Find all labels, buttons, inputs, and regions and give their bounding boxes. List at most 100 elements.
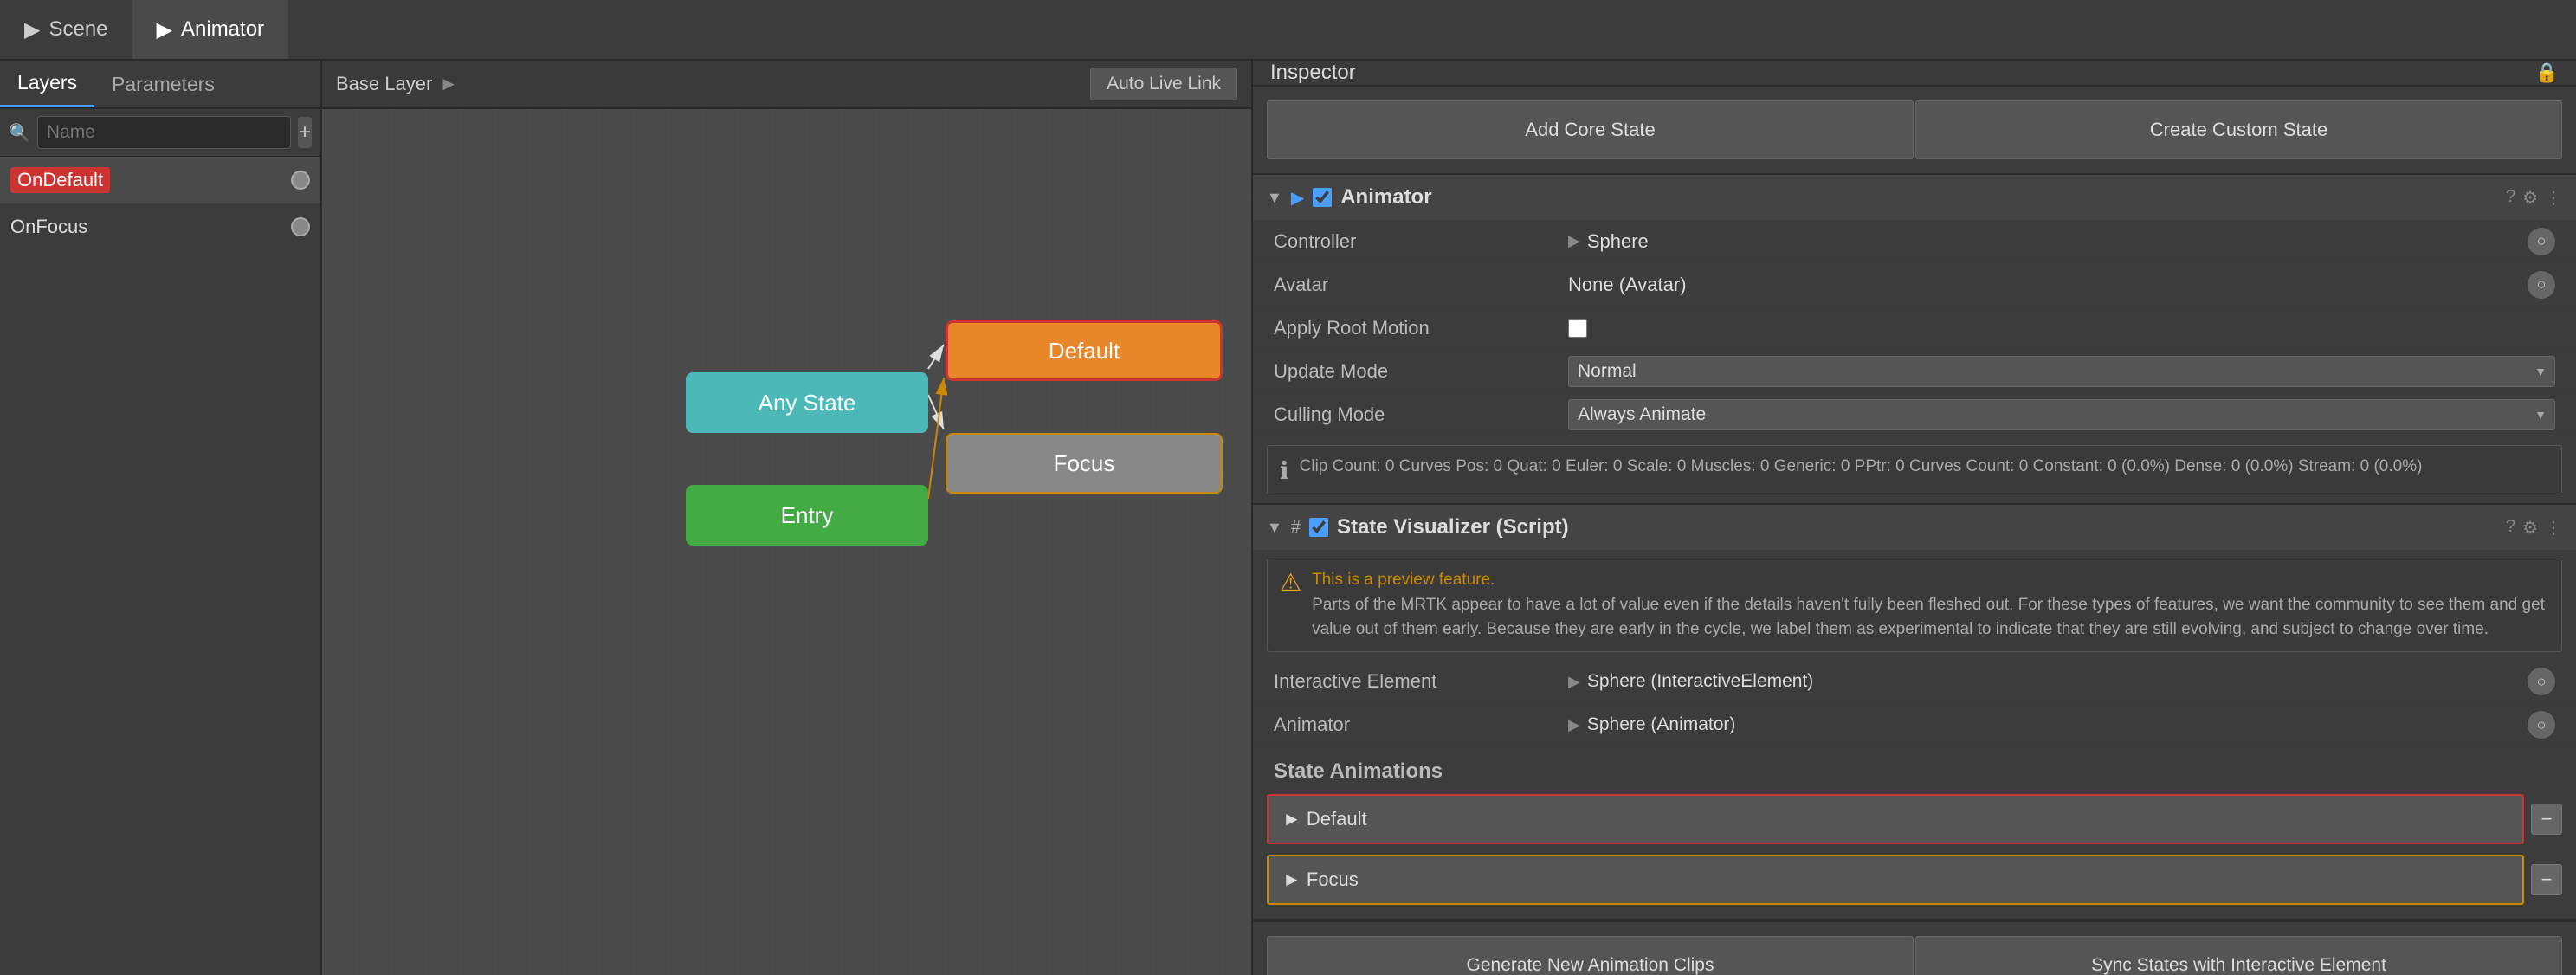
controller-field: Sphere: [1587, 230, 2521, 253]
warning-content: This is a preview feature. Parts of the …: [1312, 568, 2549, 642]
canvas-area[interactable]: Base Layer ► Auto Live Link: [322, 61, 1251, 975]
add-core-state-button[interactable]: Add Core State: [1267, 100, 1914, 159]
animator-section: ▼ ▶ Animator ? ⚙ ⋮ Controller ▶ Sphere ○: [1253, 175, 2576, 505]
title-bar: ▶ Scene ▶ Animator: [0, 0, 2576, 61]
layers-tab[interactable]: Layers: [0, 61, 94, 107]
controller-value: ▶ Sphere ○: [1568, 228, 2555, 255]
culling-mode-select[interactable]: Always Animate: [1568, 399, 2555, 430]
search-row: 🔍 +: [0, 109, 320, 157]
animator-section-actions: ? ⚙ ⋮: [2506, 187, 2562, 209]
inspector-title: Inspector: [1270, 61, 1356, 85]
sv-animator-picker-button[interactable]: ○: [2528, 711, 2555, 739]
animator-overflow-icon[interactable]: ⋮: [2545, 187, 2562, 209]
avatar-label: Avatar: [1274, 274, 1568, 296]
scene-icon: ▶: [24, 17, 40, 42]
culling-mode-label: Culling Mode: [1274, 404, 1568, 426]
update-mode-select[interactable]: Normal: [1568, 356, 2555, 387]
avatar-field: None (Avatar): [1568, 274, 2521, 296]
controller-row: Controller ▶ Sphere ○: [1253, 220, 2576, 263]
interactive-element-field: Sphere (InteractiveElement): [1587, 671, 2521, 692]
auto-live-link-button[interactable]: Auto Live Link: [1090, 68, 1237, 100]
search-input[interactable]: [37, 116, 291, 149]
animator-play-icon: ▶: [1291, 187, 1304, 209]
left-panel-tabs: Layers Parameters: [0, 61, 320, 109]
update-mode-select-wrapper: Normal: [1568, 356, 2555, 387]
interactive-element-picker-button[interactable]: ○: [2528, 668, 2555, 695]
default-node[interactable]: Default: [946, 320, 1223, 381]
sv-animator-value: ▶ Sphere (Animator) ○: [1568, 711, 2555, 739]
state-animations-header: State Animations: [1253, 747, 2576, 789]
controller-icon: ▶: [1568, 232, 1580, 250]
sync-states-button[interactable]: Sync States with Interactive Element: [1915, 936, 2562, 975]
apply-root-motion-label: Apply Root Motion: [1274, 317, 1568, 339]
state-visualizer-section-title: State Visualizer (Script): [1337, 515, 1569, 539]
apply-root-motion-checkbox[interactable]: [1568, 319, 1587, 338]
layer-item-ondefault[interactable]: OnDefault: [0, 157, 320, 203]
culling-mode-select-wrapper: Always Animate: [1568, 399, 2555, 430]
breadcrumb-text: Base Layer: [336, 73, 432, 95]
animator-enabled-checkbox[interactable]: [1313, 188, 1332, 207]
default-anim-row: ► Default −: [1253, 789, 2576, 849]
animator-info-text: Clip Count: 0 Curves Pos: 0 Quat: 0 Eule…: [1300, 455, 2423, 480]
animator-settings-icon[interactable]: ⚙: [2522, 187, 2538, 209]
create-custom-state-button[interactable]: Create Custom State: [1915, 100, 2562, 159]
parameters-tab-label: Parameters: [112, 73, 215, 96]
default-anim-label: ► Default: [1282, 808, 2508, 830]
avatar-value: None (Avatar) ○: [1568, 271, 2555, 299]
state-visualizer-hash-icon: #: [1291, 518, 1301, 538]
action-buttons: Add Core State Create Custom State: [1253, 87, 2576, 175]
breadcrumb: Base Layer ►: [336, 73, 458, 95]
focus-anim-item[interactable]: ► Focus: [1267, 855, 2524, 905]
add-layer-button[interactable]: +: [298, 117, 312, 148]
controller-label: Controller: [1274, 230, 1568, 253]
sv-animator-row: Animator ▶ Sphere (Animator) ○: [1253, 704, 2576, 747]
update-mode-value: Normal: [1568, 356, 2555, 387]
apply-root-motion-value: [1568, 319, 2555, 338]
search-icon: 🔍: [9, 122, 30, 144]
any-state-node[interactable]: Any State: [686, 372, 928, 433]
tab-scene[interactable]: ▶ Scene: [0, 0, 132, 59]
generate-clips-button[interactable]: Generate New Animation Clips: [1267, 936, 1914, 975]
layer-name-ondefault: OnDefault: [10, 167, 110, 193]
right-panel: Inspector 🔒 Add Core State Create Custom…: [1251, 61, 2576, 975]
tab-scene-label: Scene: [48, 17, 107, 42]
state-visualizer-collapse-arrow[interactable]: ▼: [1267, 519, 1282, 537]
breadcrumb-arrow: ►: [439, 73, 458, 95]
parameters-tab[interactable]: Parameters: [94, 61, 232, 107]
layer-name-onfocus: OnFocus: [10, 216, 291, 238]
focus-node[interactable]: Focus: [946, 433, 1223, 494]
default-anim-item[interactable]: ► Default: [1267, 794, 2524, 844]
tab-animator-label: Animator: [181, 17, 264, 42]
interactive-element-value: ▶ Sphere (InteractiveElement) ○: [1568, 668, 2555, 695]
tab-animator[interactable]: ▶ Animator: [132, 0, 289, 59]
avatar-picker-button[interactable]: ○: [2528, 271, 2555, 299]
focus-anim-remove-button[interactable]: −: [2531, 864, 2562, 895]
warning-title: This is a preview feature.: [1312, 568, 2549, 593]
culling-mode-row: Culling Mode Always Animate: [1253, 393, 2576, 436]
bottom-buttons: Generate New Animation Clips Sync States…: [1253, 920, 2576, 975]
avatar-row: Avatar None (Avatar) ○: [1253, 263, 2576, 307]
state-visualizer-enabled-checkbox[interactable]: [1309, 518, 1328, 537]
default-anim-remove-button[interactable]: −: [2531, 804, 2562, 835]
canvas-toolbar: Base Layer ► Auto Live Link: [322, 61, 1251, 109]
layer-circle-ondefault: [291, 171, 310, 190]
animator-info-box: ℹ Clip Count: 0 Curves Pos: 0 Quat: 0 Eu…: [1267, 445, 2562, 494]
warning-body: Parts of the MRTK appear to have a lot o…: [1312, 593, 2549, 642]
animator-icon: ▶: [157, 17, 172, 42]
state-visualizer-overflow-icon[interactable]: ⋮: [2545, 517, 2562, 539]
animator-help-icon[interactable]: ?: [2506, 187, 2515, 209]
culling-mode-value: Always Animate: [1568, 399, 2555, 430]
animator-section-title: Animator: [1340, 185, 1431, 210]
layers-tab-label: Layers: [17, 71, 77, 94]
sv-animator-field: Sphere (Animator): [1587, 714, 2521, 735]
interactive-element-icon: ▶: [1568, 673, 1580, 691]
warning-box: ⚠ This is a preview feature. Parts of th…: [1267, 559, 2562, 652]
state-visualizer-section-header: ▼ # State Visualizer (Script) ? ⚙ ⋮: [1253, 505, 2576, 550]
state-visualizer-settings-icon[interactable]: ⚙: [2522, 517, 2538, 539]
layer-item-onfocus[interactable]: OnFocus: [0, 203, 320, 250]
animator-collapse-arrow[interactable]: ▼: [1267, 189, 1282, 207]
state-visualizer-help-icon[interactable]: ?: [2506, 517, 2515, 539]
controller-picker-button[interactable]: ○: [2528, 228, 2555, 255]
lock-icon: 🔒: [2535, 61, 2559, 84]
entry-node[interactable]: Entry: [686, 485, 928, 546]
